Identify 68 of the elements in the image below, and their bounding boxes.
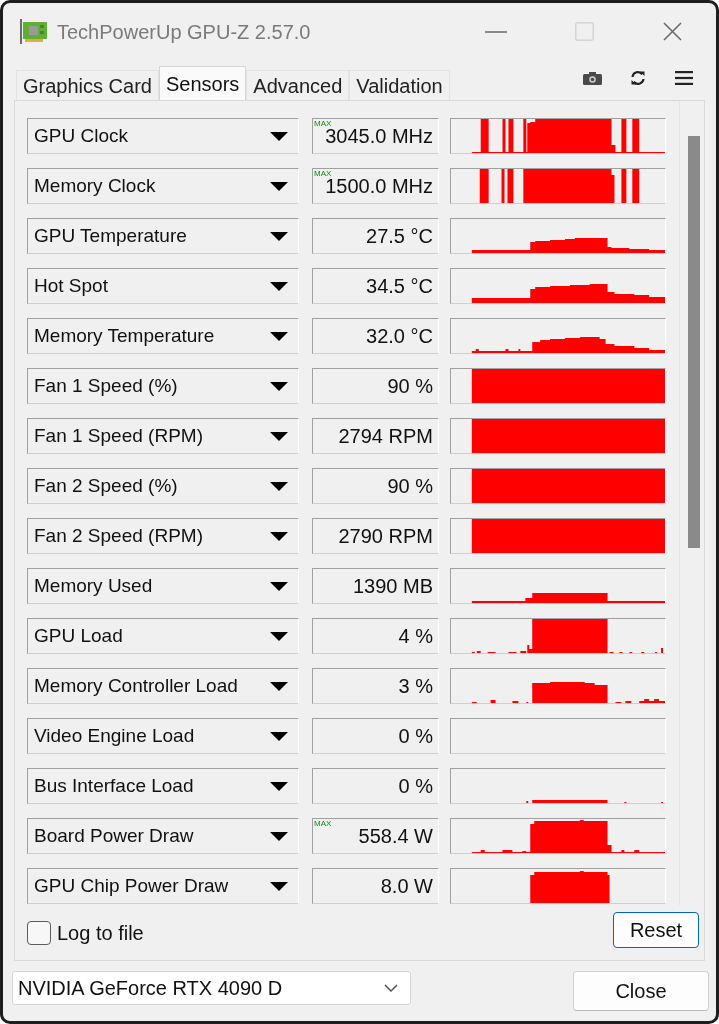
window-title: TechPowerUp GPU-Z 2.57.0 [57,19,311,45]
sensor-select[interactable]: Hot Spot [27,268,299,304]
sensor-select[interactable]: Video Engine Load [27,718,299,754]
sensor-value: 32.0 °C [366,324,433,349]
dropdown-triangle-icon [270,231,288,241]
maximize-icon [574,22,594,41]
log-to-file-label: Log to file [57,920,144,946]
sensor-value: 558.4 W [358,824,433,849]
sensor-value: 4 % [398,624,433,649]
sensor-value: 1390 MB [352,574,433,599]
tab[interactable]: Sensors [158,66,247,100]
dropdown-triangle-icon [270,631,288,641]
tab[interactable]: Advanced [246,70,350,100]
sensor-select[interactable]: Memory Temperature [27,318,299,354]
sensor-select[interactable]: Bus Interface Load [27,768,299,804]
sensor-value: 8.0 W [380,874,433,899]
dropdown-triangle-icon [270,431,288,441]
sensor-select[interactable]: Fan 2 Speed (RPM) [27,518,299,554]
dropdown-triangle-icon [270,481,288,491]
sensor-value: 2790 RPM [338,524,433,549]
camera-icon [582,71,602,85]
dropdown-triangle-icon [270,731,288,741]
dropdown-triangle-icon [270,581,288,591]
sensor-select[interactable]: Memory Controller Load [27,668,299,704]
dropdown-triangle-icon [270,781,288,791]
checkbox[interactable] [27,920,51,945]
sensor-select[interactable]: GPU Temperature [27,218,299,254]
sensor-select[interactable]: Fan 1 Speed (RPM) [27,418,299,454]
tab[interactable]: Validation [349,70,450,100]
sensor-value: 2794 RPM [338,424,433,449]
sensor-select[interactable]: Memory Clock [27,168,299,204]
sensor-select[interactable]: GPU Load [27,618,299,654]
sensor-select[interactable]: Memory Used [27,568,299,604]
scrollbar-thumb[interactable] [688,136,700,548]
close-icon [662,22,682,41]
sensor-value: 0 % [398,774,433,799]
max-marker: MAX [314,120,332,128]
close-button[interactable]: Close [573,971,709,1011]
menu-icon [675,71,693,85]
dropdown-triangle-icon [270,381,288,391]
reset-button[interactable]: Reset [613,911,699,948]
sensor-value: 90 % [387,474,433,499]
refresh-icon [630,70,646,86]
tab[interactable]: Graphics Card [16,70,159,100]
max-marker: MAX [314,170,332,178]
max-marker: MAX [314,820,332,828]
sensor-select[interactable]: Fan 2 Speed (%) [27,468,299,504]
sensor-select[interactable]: GPU Clock [27,118,299,154]
minimize-icon [485,30,507,33]
dropdown-triangle-icon [270,131,288,141]
sensor-value: 34.5 °C [366,274,433,299]
sensor-select[interactable]: Fan 1 Speed (%) [27,368,299,404]
dropdown-triangle-icon [270,831,288,841]
sensor-select[interactable]: Board Power Draw [27,818,299,854]
device-select[interactable]: NVIDIA GeForce RTX 4090 D [12,971,411,1005]
sensor-value: 90 % [387,374,433,399]
sensor-value: 0 % [398,724,433,749]
dropdown-triangle-icon [270,331,288,341]
dropdown-triangle-icon [270,281,288,291]
sensor-value: 3 % [398,674,433,699]
dropdown-triangle-icon [270,681,288,691]
sensor-value: 27.5 °C [366,224,433,249]
dropdown-triangle-icon [270,531,288,541]
graphics-card-icon [20,19,47,44]
dropdown-triangle-icon [270,181,288,191]
sensor-select[interactable]: GPU Chip Power Draw [27,868,299,904]
dropdown-triangle-icon [270,881,288,891]
chevron-down-icon [384,984,398,992]
